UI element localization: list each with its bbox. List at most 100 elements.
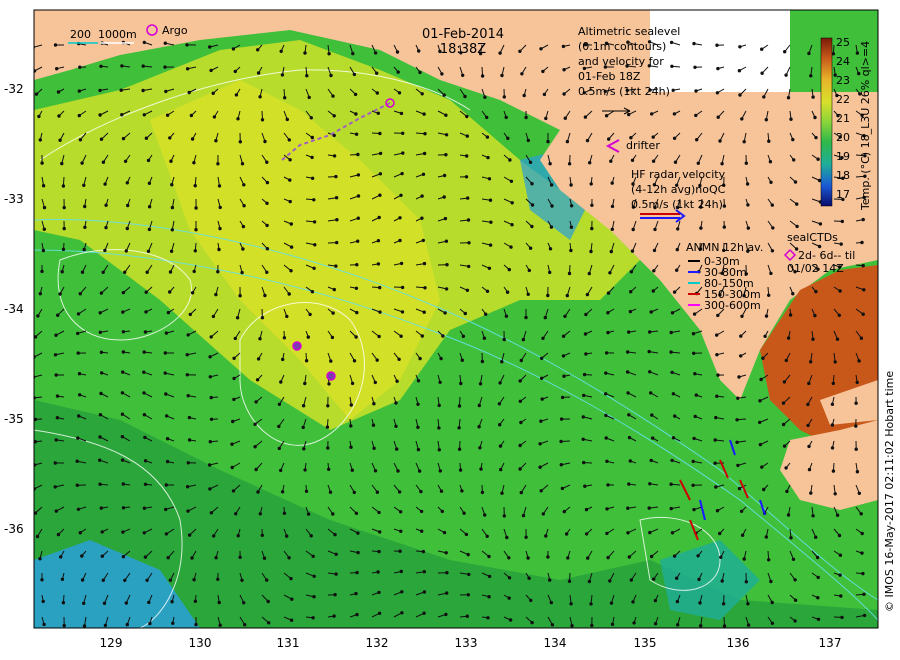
velocity-arrow-head	[746, 623, 751, 627]
velocity-arrow-head	[518, 49, 522, 53]
velocity-arrow-head	[653, 598, 658, 603]
velocity-arrow-head	[549, 600, 553, 605]
velocity-arrow-head	[217, 184, 222, 188]
velocity-arrow-head	[279, 49, 283, 53]
velocity-arrow-head	[628, 459, 632, 463]
velocity-arrow-head	[164, 89, 168, 94]
hf-radar-line2: (4-12h avg)noQC	[631, 183, 726, 196]
velocity-arrow-head	[465, 154, 469, 158]
velocity-arrow-head	[394, 424, 398, 428]
velocity-arrow-head	[417, 469, 422, 473]
velocity-arrow-head	[484, 312, 488, 316]
velocity-arrow-head	[356, 216, 360, 220]
velocity-arrow-head	[581, 437, 585, 441]
velocity-arrow-head	[504, 314, 509, 318]
velocity-arrow-head	[164, 483, 169, 487]
velocity-arrow-head	[675, 576, 679, 580]
velocity-arrow-head	[355, 612, 359, 617]
altimetry-line4: 01-Feb 18Z	[578, 70, 641, 83]
velocity-arrow-head	[354, 286, 359, 290]
velocity-arrow-head	[479, 467, 483, 471]
velocity-arrow-head	[604, 413, 608, 418]
velocity-arrow-head	[811, 337, 815, 341]
argo-float	[326, 371, 336, 381]
velocity-arrow-head	[713, 461, 717, 465]
velocity-arrow-head	[170, 183, 174, 187]
velocity-arrow-head	[628, 309, 633, 314]
velocity-arrow-head	[231, 47, 236, 51]
velocity-arrow-head	[61, 601, 66, 605]
velocity-arrow-head	[746, 602, 750, 606]
velocity-arrow-head	[770, 621, 775, 625]
velocity-arrow-head	[736, 463, 740, 468]
velocity-arrow-head	[282, 511, 287, 515]
velocity-arrow-head	[397, 357, 401, 361]
velocity-arrow-head	[489, 220, 493, 224]
velocity-arrow-head	[830, 423, 835, 427]
velocity-arrow-head	[419, 489, 423, 494]
velocity-arrow-head	[463, 94, 467, 99]
velocity-arrow-head	[34, 92, 39, 96]
velocity-arrow-head	[62, 226, 66, 231]
velocity-arrow-head	[738, 93, 742, 97]
velocity-arrow-head	[652, 248, 657, 253]
lat-tick: -34	[4, 302, 24, 316]
velocity-arrow-head	[77, 414, 81, 418]
velocity-arrow-head	[567, 579, 572, 583]
velocity-arrow-head	[788, 313, 793, 317]
velocity-arrow-head	[438, 469, 442, 473]
velocity-arrow-head	[627, 330, 631, 334]
velocity-arrow-head	[807, 444, 811, 449]
velocity-arrow-head	[670, 458, 674, 463]
velocity-arrow-head	[349, 403, 353, 407]
lon-axis: 129 130 131 132 133 134 135 136 137	[100, 636, 842, 650]
velocity-arrow-head	[166, 310, 171, 315]
velocity-arrow-head	[77, 372, 82, 376]
velocity-arrow-head	[378, 530, 382, 534]
velocity-arrow-head	[584, 532, 589, 536]
velocity-arrow-head	[260, 533, 264, 537]
velocity-arrow-head	[233, 69, 238, 74]
velocity-arrow-head	[815, 555, 820, 560]
velocity-arrow-head	[467, 572, 471, 577]
seal-ctd-line2: 2d- 6d-- til	[798, 249, 855, 262]
velocity-arrow-head	[373, 380, 377, 385]
velocity-arrow-head	[121, 530, 125, 534]
velocity-arrow-head	[437, 426, 441, 430]
velocity-arrow-head	[163, 351, 168, 355]
velocity-arrow-head	[582, 372, 587, 377]
velocity-arrow-head	[629, 578, 633, 582]
velocity-arrow-head	[524, 115, 528, 120]
velocity-arrow-head	[814, 135, 818, 140]
velocity-arrow-head	[650, 413, 654, 417]
velocity-arrow-head	[356, 194, 361, 198]
velocity-arrow-head	[675, 599, 680, 604]
velocity-arrow-head	[746, 226, 750, 230]
velocity-arrow-head	[669, 506, 673, 511]
velocity-arrow-head	[163, 371, 167, 375]
velocity-arrow-head	[255, 378, 260, 382]
velocity-arrow-head	[305, 74, 309, 78]
velocity-arrow-head	[42, 622, 46, 627]
velocity-arrow-head	[855, 470, 860, 474]
velocity-arrow-head	[590, 623, 594, 628]
seal-ctd-title: sealCTDs	[787, 231, 838, 244]
velocity-arrow-head	[608, 271, 612, 275]
velocity-arrow-head	[101, 578, 106, 582]
velocity-arrow-head	[606, 330, 610, 335]
velocity-arrow-head	[422, 112, 426, 116]
velocity-arrow-head	[41, 599, 45, 604]
velocity-arrow-head	[768, 160, 773, 164]
velocity-arrow-head	[146, 158, 151, 163]
velocity-arrow-head	[504, 115, 508, 120]
velocity-arrow-head	[256, 48, 260, 52]
velocity-arrow-head	[355, 263, 359, 267]
velocity-arrow-head	[34, 417, 38, 422]
velocity-arrow-head	[835, 337, 840, 341]
velocity-arrow-head	[40, 161, 44, 165]
velocity-arrow-head	[400, 590, 404, 594]
velocity-arrow-head	[671, 392, 676, 396]
velocity-arrow-head	[372, 402, 376, 406]
velocity-arrow-head	[37, 114, 41, 119]
velocity-arrow-head	[722, 225, 726, 229]
